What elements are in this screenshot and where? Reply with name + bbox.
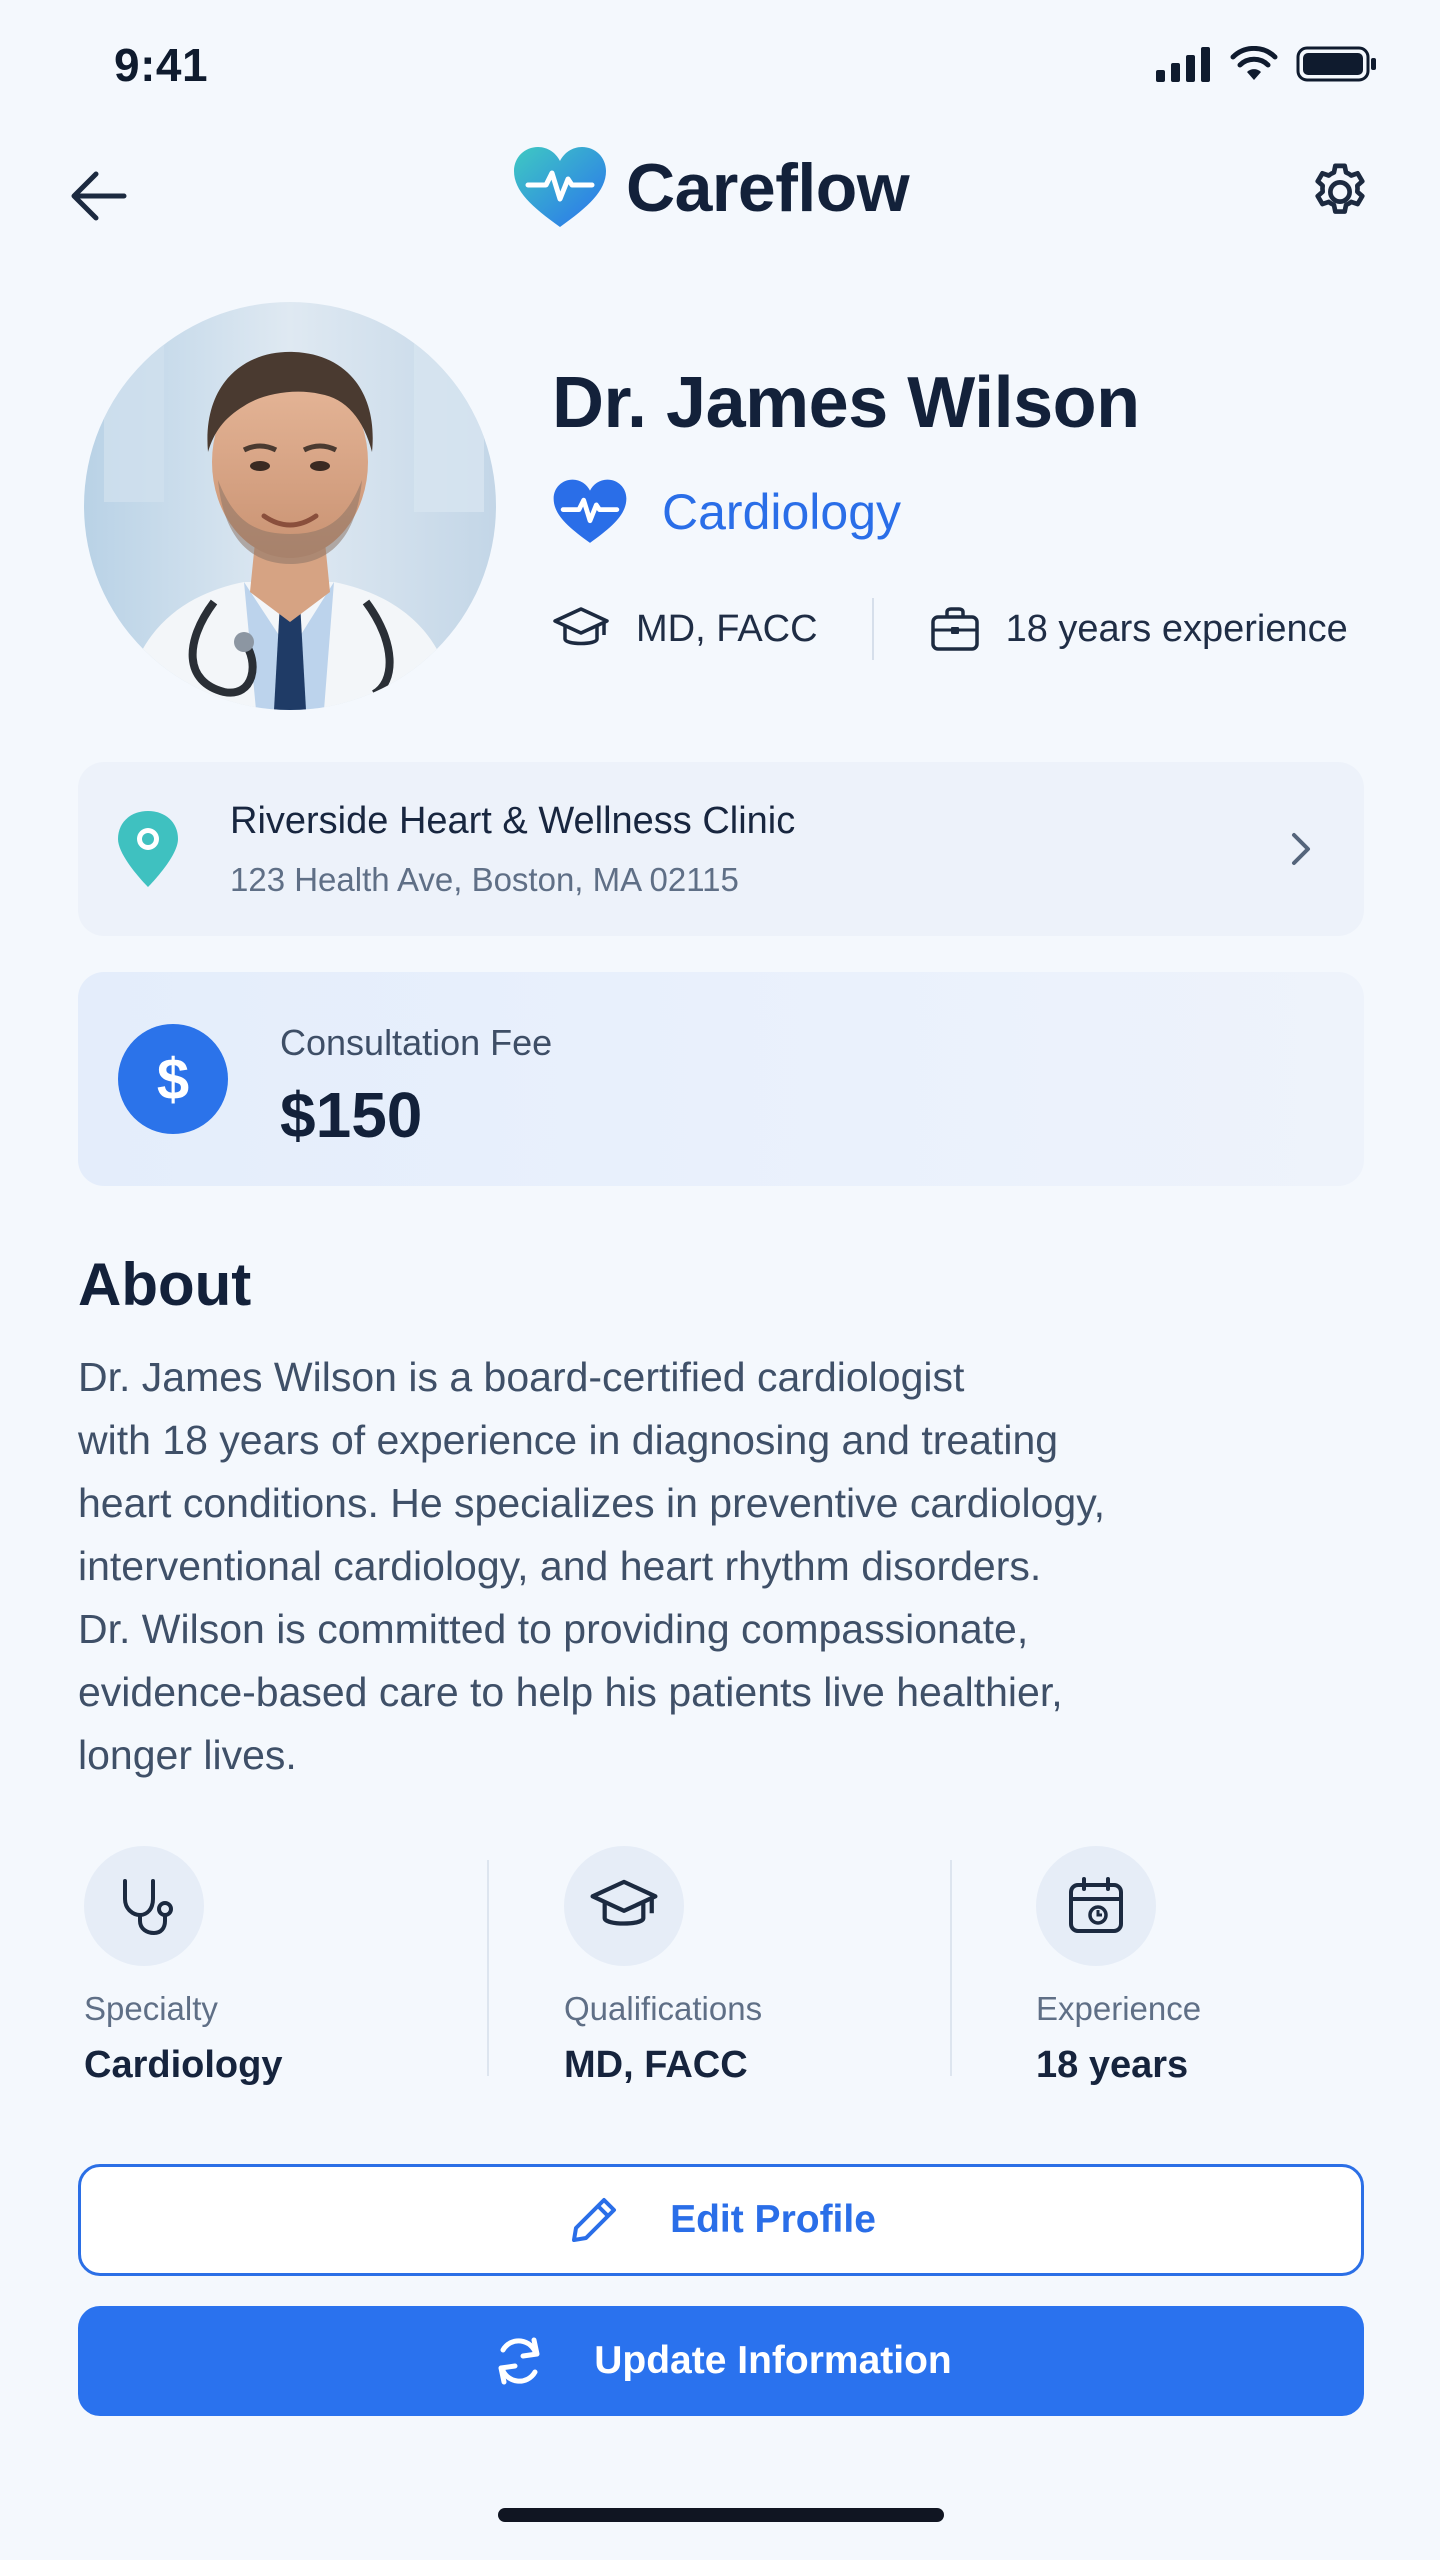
stat-value: 18 years: [1036, 2044, 1189, 2086]
clinic-text: Riverside Heart & Wellness Clinic 123 He…: [230, 800, 1280, 899]
edit-profile-label: Edit Profile: [670, 2198, 876, 2241]
heart-pulse-icon: [553, 479, 627, 543]
home-indicator: [498, 2508, 944, 2522]
update-information-button[interactable]: Update Information: [78, 2306, 1364, 2416]
stat-experience: Experience 18 years: [1036, 1846, 1201, 2086]
stethoscope-icon: [84, 1846, 204, 1966]
gear-icon: [1315, 163, 1365, 214]
clinic-address: 123 Health Ave, Boston, MA 02115: [230, 860, 739, 898]
stat-value: Cardiology: [84, 2044, 283, 2086]
battery-icon: [1296, 46, 1376, 82]
wifi-icon: [1230, 46, 1278, 80]
graduation-cap-icon: [564, 1846, 684, 1966]
status-time: 9:41: [114, 39, 209, 91]
settings-button[interactable]: [1300, 152, 1380, 232]
brand-name: Careflow: [626, 150, 910, 226]
calendar-glyph: [1069, 1877, 1123, 1933]
back-button[interactable]: [60, 158, 136, 234]
about-title: About: [78, 1251, 252, 1318]
about-line: heart conditions. He specializes in prev…: [78, 1480, 1106, 1526]
arrow-left-icon: [71, 171, 127, 221]
credentials-text: MD, FACC: [636, 607, 818, 650]
stat-label: Qualifications: [564, 1990, 763, 2027]
stat-value: MD, FACC: [564, 2044, 748, 2086]
brand: Careflow: [512, 142, 910, 234]
fee-value: $150: [280, 1079, 423, 1151]
dollar-icon: $: [118, 1024, 228, 1134]
specialty-row: Cardiology: [552, 474, 901, 550]
about-line: interventional cardiology, and heart rhy…: [78, 1543, 1042, 1589]
update-information-label: Update Information: [594, 2339, 952, 2382]
location-pin-icon: [118, 811, 178, 887]
doctor-avatar: [84, 302, 496, 710]
experience-text: 18 years experience: [1005, 607, 1348, 650]
meta-divider: [871, 598, 874, 660]
doctor-name: Dr. James Wilson: [552, 363, 1140, 443]
graduation-cap-glyph: [590, 1879, 658, 1926]
graduation-cap-icon: [553, 607, 609, 646]
about-line: longer lives.: [78, 1732, 297, 1778]
briefcase-icon: [930, 607, 979, 651]
fee-label: Consultation Fee: [280, 1022, 553, 1063]
stat-label: Experience: [1036, 1990, 1202, 2027]
refresh-icon: [498, 2337, 540, 2385]
calendar-icon: [1036, 1846, 1156, 1966]
experience-item: 18 years experience: [930, 606, 1348, 652]
about-line: Dr. James Wilson is a board-certified ca…: [78, 1354, 965, 1400]
fee-card: $ Consultation Fee $150: [78, 972, 1364, 1186]
about-text: Dr. James Wilson is a board-certified ca…: [78, 1346, 1328, 1787]
stat-label: Specialty: [84, 1990, 218, 2027]
edit-profile-button[interactable]: Edit Profile: [78, 2164, 1364, 2276]
credentials-row: MD, FACC 18 years experience: [552, 596, 1348, 662]
signal-icon: [1156, 47, 1210, 82]
about-line: evidence-based care to help his patients…: [78, 1669, 1063, 1715]
careflow-logo-icon: [514, 147, 606, 227]
specialty-label: Cardiology: [662, 484, 902, 540]
stat-divider: [950, 1860, 952, 2076]
about-line: with 18 years of experience in diagnosin…: [78, 1417, 1059, 1463]
chevron-right-icon: [1292, 833, 1310, 865]
clinic-card[interactable]: Riverside Heart & Wellness Clinic 123 He…: [78, 762, 1364, 936]
about-line: Dr. Wilson is committed to providing com…: [78, 1606, 1029, 1652]
stat-divider: [487, 1860, 489, 2076]
status-icons: [1156, 44, 1378, 84]
doctor-portrait-image: [84, 302, 496, 710]
stat-specialty: Specialty Cardiology: [84, 1846, 282, 2086]
stat-qualifications: Qualifications MD, FACC: [564, 1846, 762, 2086]
pencil-icon: [572, 2198, 617, 2242]
stethoscope-glyph: [123, 1879, 173, 1936]
clinic-name: Riverside Heart & Wellness Clinic: [230, 799, 796, 842]
credentials-item: MD, FACC: [552, 605, 818, 653]
